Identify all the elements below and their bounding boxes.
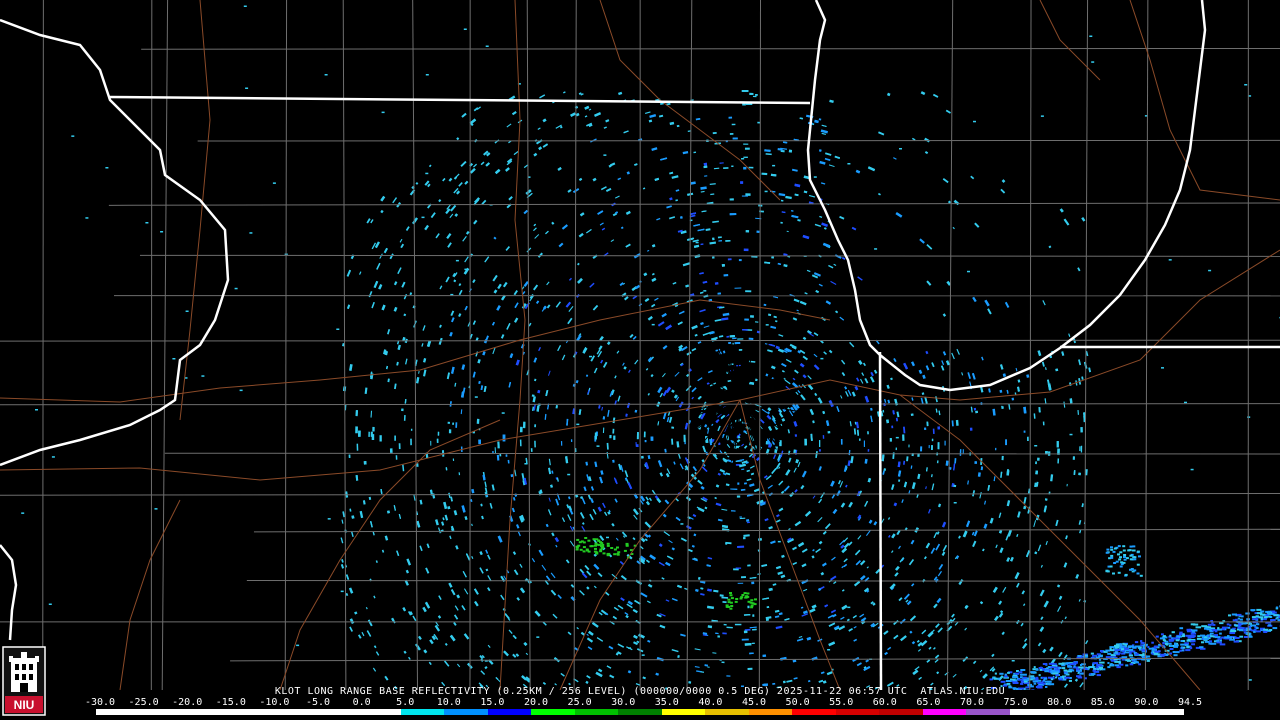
color-scale-swatch (879, 709, 923, 715)
color-scale-swatch (661, 709, 706, 715)
color-scale-swatch (96, 709, 140, 715)
color-scale-tick-label: -5.0 (305, 697, 331, 708)
color-scale-swatch (226, 709, 271, 715)
color-scale-swatch (705, 709, 749, 715)
color-scale-swatch (1053, 709, 1097, 715)
color-scale-tick-label: 5.0 (396, 697, 415, 708)
color-scale-tick-label: 10.0 (436, 697, 461, 708)
color-scale-tick-label: -15.0 (215, 697, 246, 708)
color-scale-swatch (792, 709, 836, 715)
color-scale-swatch (313, 709, 358, 715)
color-scale-tick-label: 70.0 (959, 697, 985, 708)
color-scale-tick-label: -30.0 (84, 697, 116, 708)
color-scale-swatch (444, 709, 488, 715)
color-scale-swatch (487, 709, 532, 715)
color-scale-swatch (574, 709, 619, 715)
color-scale-tick-label: 30.0 (611, 697, 636, 708)
color-scale-swatch (922, 709, 967, 715)
color-scale-swatch (357, 709, 401, 715)
color-scale-tick-label: 0.0 (352, 697, 371, 708)
color-scale-tick-label: 55.0 (829, 697, 854, 708)
color-scale-tick-label: 35.0 (654, 697, 679, 708)
color-scale-swatch (748, 709, 793, 715)
color-scale-swatch (1140, 709, 1184, 715)
color-scale-tick-label: -20.0 (172, 697, 203, 708)
niu-logo-text: NIU (14, 698, 35, 712)
color-scale-swatch (400, 709, 445, 715)
color-scale-tick-label: 45.0 (741, 697, 767, 708)
color-scale-swatch (1009, 709, 1054, 715)
color-scale-swatch (835, 709, 880, 715)
color-scale-swatch (966, 709, 1010, 715)
color-scale-tick-label: 65.0 (916, 697, 941, 708)
radar-map (0, 0, 1280, 690)
color-scale-tick-label: 85.0 (1090, 697, 1115, 708)
color-scale-tick-label: -10.0 (259, 697, 290, 708)
color-scale-tick-label: 80.0 (1047, 697, 1072, 708)
color-scale-swatch (531, 709, 575, 715)
color-scale-tick-label: -25.0 (128, 697, 159, 708)
color-scale-tick-label: 94.5 (1177, 697, 1203, 708)
color-scale-tick-label: 90.0 (1134, 697, 1159, 708)
color-scale-swatch (1096, 709, 1141, 715)
color-scale-tick-label: 15.0 (480, 697, 505, 708)
color-scale-tick-label: 40.0 (698, 697, 723, 708)
color-scale-swatch (139, 709, 184, 715)
color-scale-tick-label: 60.0 (872, 697, 897, 708)
color-scale-swatch (183, 709, 227, 715)
color-scale-bar (96, 709, 1184, 715)
color-scale-swatch (618, 709, 662, 715)
color-scale-tick-label: 20.0 (523, 697, 549, 708)
color-scale-tick-labels: -30.0 -25.0 -20.0 -15.0 -10.0 -5.0 0.0 5.0 10.0 1… (85, 697, 1202, 709)
color-scale-tick-label: 25.0 (567, 697, 592, 708)
color-scale-tick-label: 75.0 (1003, 697, 1028, 708)
color-scale-swatch (270, 709, 314, 715)
color-scale-tick-label: 50.0 (785, 697, 810, 708)
niu-logo: NIU (2, 646, 46, 716)
